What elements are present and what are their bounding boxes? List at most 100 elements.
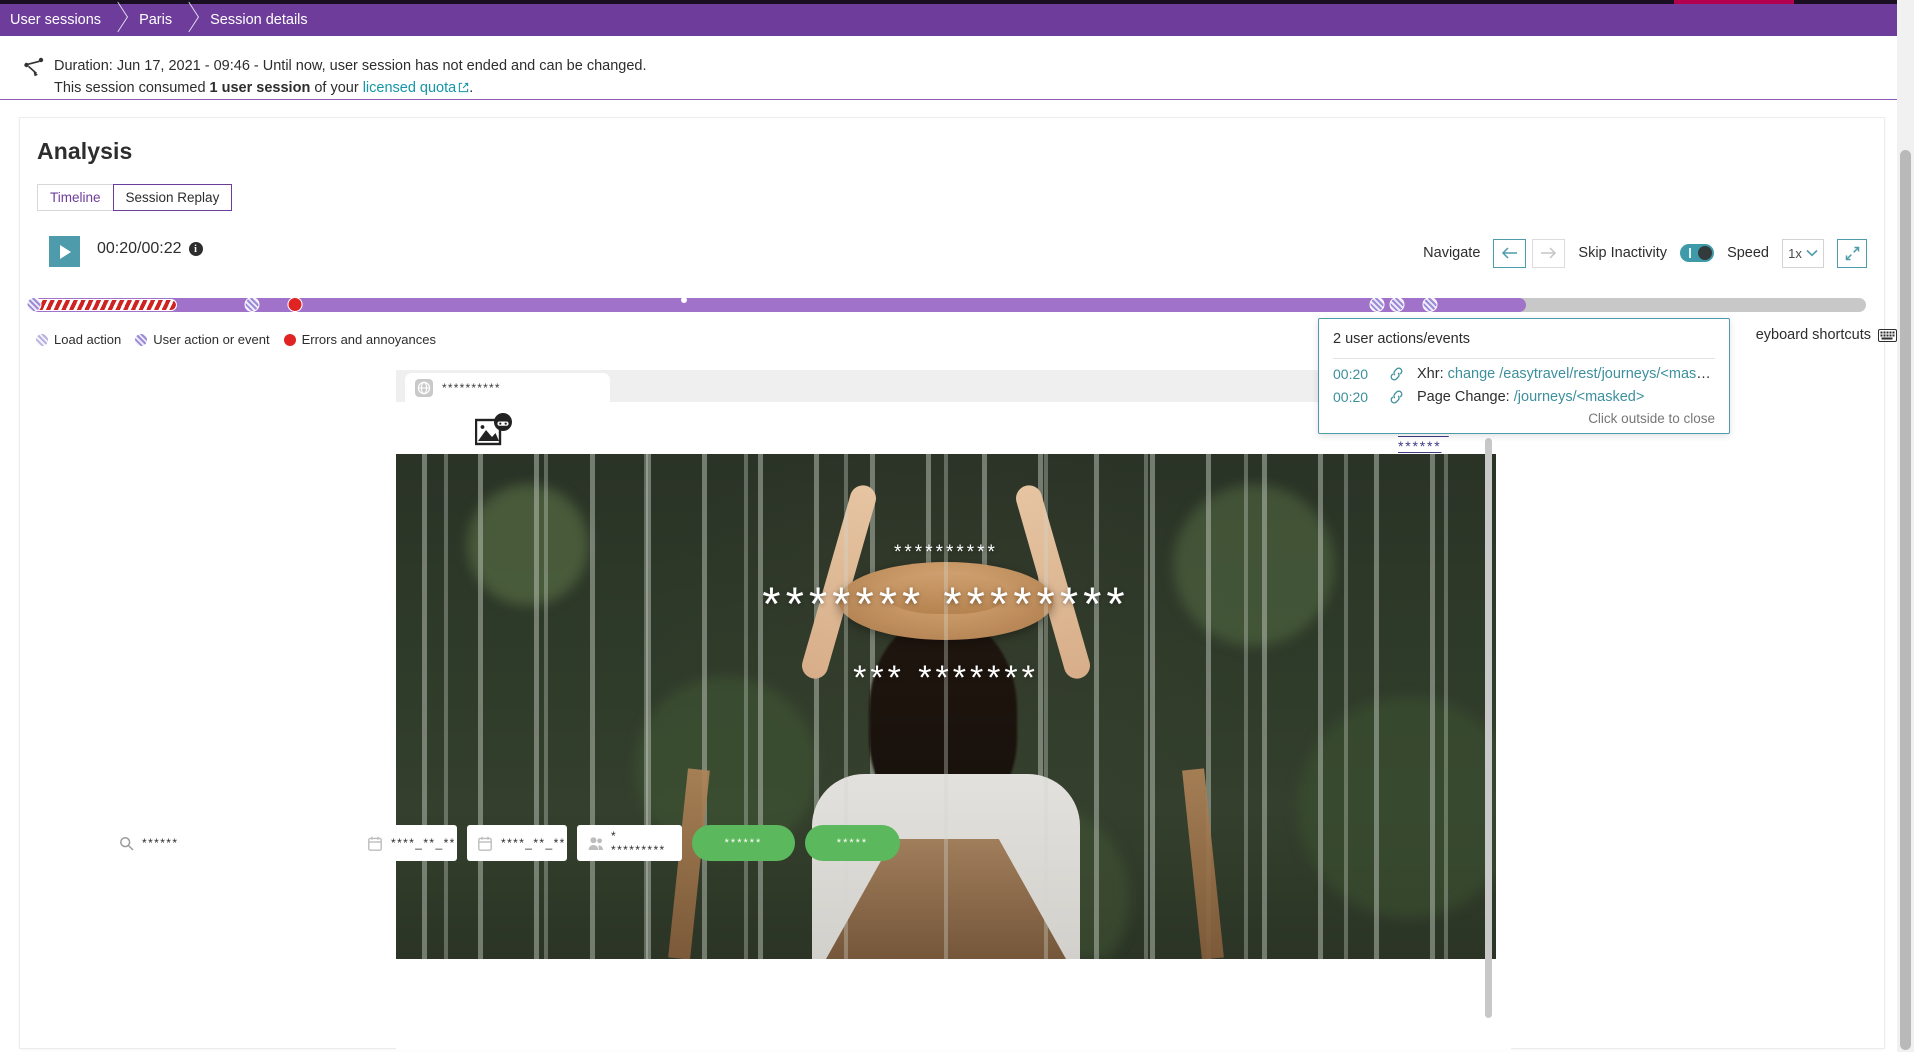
skip-inactivity-toggle[interactable] [1680, 244, 1715, 262]
legend-item-errors: Errors and annoyances [283, 332, 436, 347]
speed-select[interactable]: 1x [1782, 238, 1824, 268]
breadcrumb-item-paris[interactable]: Paris [129, 12, 178, 28]
play-button[interactable] [49, 236, 80, 267]
replay-timeline[interactable] [26, 297, 1866, 312]
hero-line-middle: ******* ******** [762, 577, 1130, 630]
speed-label: Speed [1727, 245, 1769, 261]
destination-value: ****** [142, 836, 179, 850]
tab-timeline[interactable]: Timeline [37, 184, 114, 211]
popup-row-prefix: Page Change: [1417, 389, 1514, 405]
session-replay-viewport: ********** ****** * ****** *** ******* *… [396, 370, 1511, 1050]
arrow-left-icon [1502, 247, 1518, 259]
tab-session-replay[interactable]: Session Replay [112, 184, 233, 211]
licensed-quota-link[interactable]: licensed quota [363, 80, 457, 96]
user-action-swatch-icon [135, 333, 148, 346]
hero-masked-text: ********** ******* ******** *** ******* [396, 454, 1496, 959]
consumed-prefix: This session consumed [54, 80, 210, 96]
people-icon [588, 836, 603, 851]
load-action-swatch-icon [36, 333, 48, 346]
timeline-action-marker[interactable] [244, 297, 260, 312]
date-to-value: ****_**_** [501, 836, 566, 850]
popup-row-link[interactable]: change /easytravel/rest/journeys/<mask..… [1448, 366, 1715, 382]
hero-line-bottom: *** ******* [853, 659, 1039, 697]
playback-time-text: 00:20/00:22 [97, 240, 182, 257]
player-right-controls: Navigate Skip Inactivity Speed 1x [1423, 236, 1867, 270]
chevron-down-icon [1806, 249, 1818, 257]
analysis-tabs: Timeline Session Replay [37, 184, 233, 211]
legend-label-load-action: Load action [54, 332, 122, 347]
navigate-label: Navigate [1423, 245, 1481, 261]
consumed-count: 1 user session [209, 80, 311, 96]
travellers-value: * ********* [611, 829, 666, 857]
arrow-right-icon [1541, 247, 1557, 259]
toggle-on-mark [1689, 248, 1691, 258]
site-search-form: ****** ****_**_** ****_**_** * *********… [108, 825, 900, 861]
replay-browser-tab[interactable]: ********** [405, 373, 610, 402]
replay-tab-title: ********** [442, 380, 501, 395]
popup-row-link[interactable]: /journeys/<masked> [1514, 389, 1645, 405]
navigate-buttons [1493, 238, 1566, 268]
popup-row[interactable]: 00:20 Page Change: /journeys/<masked> [1319, 382, 1729, 405]
hero-line-top: ********** [894, 542, 998, 563]
timeline-action-marker[interactable] [1422, 297, 1438, 312]
link-icon [1389, 367, 1407, 381]
replay-page-content: ****** * ****** *** **** *** ******* * *** **… [396, 402, 1496, 1050]
external-link-icon [458, 82, 469, 93]
site-hero-banner: ********** ******* ******** *** ******* [396, 454, 1496, 959]
popup-footer-hint: Click outside to close [1588, 411, 1715, 426]
popup-row-text: Page Change: /journeys/<masked> [1417, 389, 1644, 405]
date-from-input[interactable]: ****_**_** [357, 825, 457, 861]
consumed-suffix: . [469, 80, 474, 96]
player-toolbar: 00:20/00:22 i Navigate Skip Inactivity S… [37, 236, 1867, 272]
search-submit-button[interactable]: ****** [692, 825, 795, 861]
secondary-action-button[interactable]: ***** [805, 825, 900, 861]
breadcrumb-item-session-details: Session details [210, 12, 308, 28]
globe-icon [415, 378, 433, 397]
user-actions-popup: 2 user actions/events 00:20 Xhr: change … [1318, 318, 1730, 434]
duration-line: Duration: Jun 17, 2021 - 09:46 - Until n… [54, 58, 647, 74]
popup-row-text: Xhr: change /easytravel/rest/journeys/<m… [1417, 366, 1715, 382]
expand-icon [1845, 246, 1859, 260]
travellers-input[interactable]: * ********* [577, 825, 682, 861]
fullscreen-button[interactable] [1837, 238, 1867, 268]
destination-input[interactable]: ****** [108, 825, 347, 861]
date-to-input[interactable]: ****_**_** [467, 825, 567, 861]
toggle-knob [1698, 246, 1713, 260]
breadcrumb-item-user-sessions[interactable]: User sessions [0, 12, 107, 28]
popup-row-prefix: Xhr: [1417, 366, 1448, 382]
info-icon[interactable]: i [188, 242, 203, 256]
keyboard-icon [1878, 328, 1897, 342]
speed-value: 1x [1788, 245, 1802, 261]
breadcrumb: User sessions Paris Session details [0, 4, 1914, 36]
link-icon [1389, 390, 1407, 404]
popup-title: 2 user actions/events [1333, 331, 1471, 347]
popup-row[interactable]: 00:20 Xhr: change /easytravel/rest/journ… [1319, 359, 1729, 382]
legend-item-load-action: Load action [36, 332, 121, 347]
keyboard-shortcuts-label: eyboard shortcuts [1755, 327, 1871, 343]
timeline-action-marker[interactable] [1369, 297, 1385, 312]
popup-row-time: 00:20 [1333, 366, 1369, 382]
timeline-load-action[interactable] [33, 299, 177, 311]
breadcrumb-separator-icon [178, 4, 200, 36]
popup-row-time: 00:20 [1333, 389, 1369, 405]
navigate-next-button[interactable] [1532, 238, 1566, 268]
calendar-icon [478, 836, 493, 851]
search-icon [119, 836, 134, 851]
error-swatch-icon [283, 333, 296, 346]
date-from-value: ****_**_** [391, 836, 456, 850]
timeline-action-marker[interactable] [1389, 297, 1405, 312]
timeline-action-marker[interactable] [26, 297, 41, 312]
session-info-text: Duration: Jun 17, 2021 - 09:46 - Until n… [54, 55, 646, 99]
playback-time: 00:20/00:22 i [97, 240, 203, 258]
navigate-previous-button[interactable] [1493, 238, 1527, 268]
timeline-legend: Load action User action or event Errors … [36, 332, 436, 347]
page-title: Analysis [37, 138, 133, 164]
keyboard-shortcuts[interactable]: eyboard shortcuts [1756, 327, 1897, 343]
legend-item-user-action: User action or event [135, 332, 270, 347]
masked-image-icon [475, 412, 513, 446]
timeline-error-marker[interactable] [287, 297, 302, 312]
page-scrollbar-thumb[interactable] [1900, 150, 1911, 1050]
skip-inactivity-label: Skip Inactivity [1578, 245, 1668, 261]
play-icon [60, 244, 71, 259]
breadcrumb-separator-icon [107, 4, 129, 36]
